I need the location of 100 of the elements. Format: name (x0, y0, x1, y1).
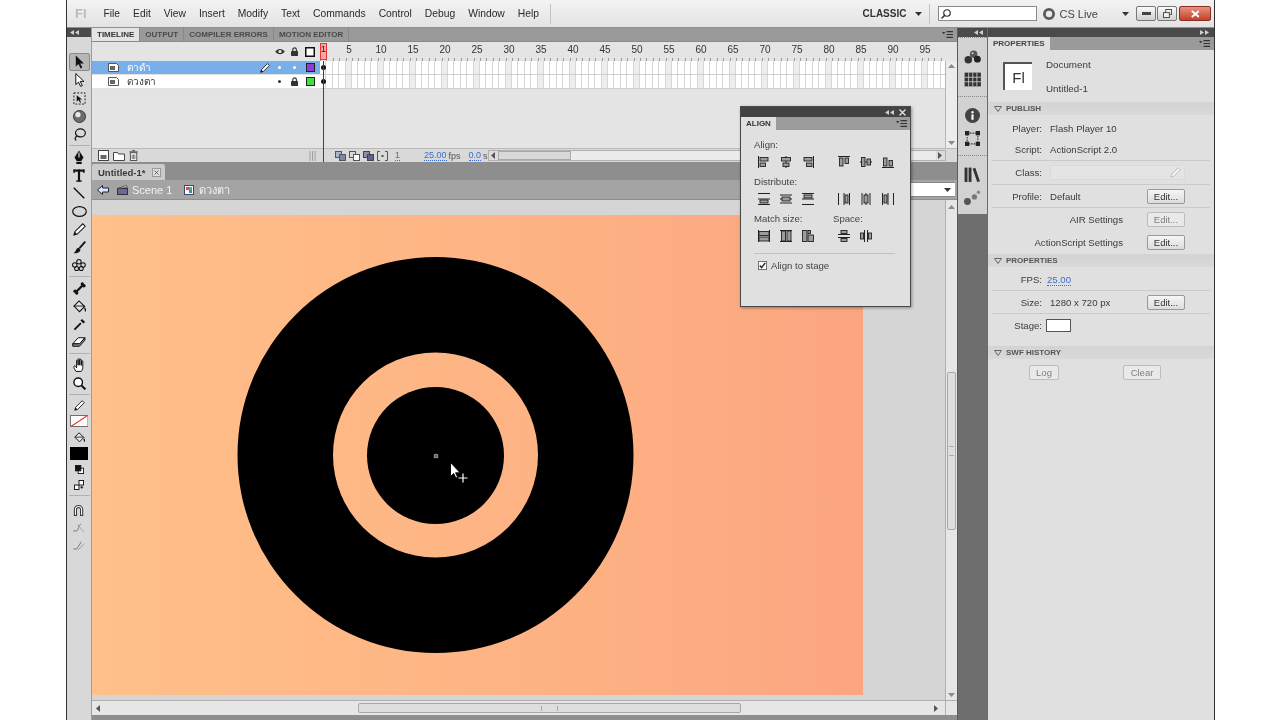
space-horizontal-icon[interactable] (860, 230, 872, 242)
bracket-icon[interactable] (377, 150, 388, 161)
distribute-top-icon[interactable] (758, 193, 770, 205)
layer-color-icon[interactable] (305, 77, 315, 86)
menu-item[interactable]: Commands (306, 8, 373, 19)
hand-icon[interactable] (72, 358, 86, 372)
menu-item[interactable]: Debug (418, 8, 462, 19)
books-icon[interactable] (964, 167, 981, 182)
up-arrow-icon[interactable] (948, 205, 955, 209)
frame-ruler[interactable]: 1 5 10 15 20 25 30 35 40 45 50 55 60 65 70 75 80 85 90 95 (320, 42, 945, 61)
vertical-scrollbar[interactable] (945, 200, 957, 700)
hollow-arrow-icon[interactable] (74, 73, 84, 87)
menu-item[interactable]: Text (274, 8, 307, 19)
close-button[interactable] (1179, 6, 1211, 21)
class-field[interactable] (1050, 165, 1185, 180)
match-width-icon[interactable] (758, 230, 770, 242)
align-left-icon[interactable] (758, 156, 770, 168)
swatches-icon[interactable] (963, 49, 982, 64)
match-size-icon[interactable] (802, 230, 814, 242)
dot-icon[interactable] (278, 80, 281, 83)
scroll-thumb[interactable] (947, 372, 956, 530)
section-header[interactable]: SWF HISTORY (988, 346, 1214, 359)
up-arrow-icon[interactable] (948, 64, 955, 68)
panel-tab[interactable]: TIMELINE (92, 28, 141, 41)
align-center-icon[interactable] (780, 156, 792, 168)
panel-tab[interactable]: PROPERTIES (988, 37, 1050, 50)
panel-button[interactable]: Edit... (1147, 235, 1185, 250)
document-tab[interactable]: Untitled-1* (92, 164, 165, 180)
align-top-icon[interactable] (838, 156, 850, 168)
cs-live-menu[interactable]: CS Live (1043, 7, 1129, 20)
trash-icon[interactable] (129, 150, 139, 161)
zoom-icon[interactable] (72, 376, 86, 390)
panel-menu-icon[interactable] (942, 31, 953, 38)
align-bottom-icon[interactable] (882, 156, 894, 168)
overlapping-squares-icon[interactable] (349, 150, 360, 161)
menu-item[interactable]: File (97, 8, 127, 19)
brush-icon[interactable] (72, 240, 86, 254)
left-arrow-icon[interactable] (96, 704, 100, 712)
bucket-icon[interactable] (73, 431, 85, 443)
vertical-scrollbar[interactable] (945, 61, 957, 148)
dot-icon[interactable] (293, 66, 296, 69)
checkbox[interactable] (758, 260, 767, 270)
section-header[interactable]: PROPERTIES (988, 254, 1214, 267)
collapse-icon[interactable] (974, 30, 983, 35)
layer-color-icon[interactable] (305, 63, 315, 72)
scroll-thumb[interactable] (358, 703, 741, 713)
collapse-icon[interactable] (70, 30, 79, 35)
horizontal-scrollbar[interactable] (92, 700, 945, 715)
restore-button[interactable] (1157, 6, 1177, 21)
outline-square-icon[interactable] (305, 46, 315, 57)
bucket-icon[interactable] (72, 299, 86, 313)
panel-button[interactable]: Edit... (1147, 294, 1185, 310)
filled-squares-icon[interactable] (363, 150, 374, 161)
line-icon[interactable] (73, 187, 85, 199)
dot-icon[interactable] (278, 66, 281, 69)
sphere-icon[interactable] (72, 109, 86, 123)
down-arrow-icon[interactable] (948, 141, 955, 145)
menu-item[interactable]: Insert (192, 8, 232, 19)
eye-icon[interactable] (274, 48, 285, 55)
transform-box-icon[interactable] (965, 131, 980, 146)
panel-menu-icon[interactable] (1199, 40, 1210, 47)
align-middle-icon[interactable] (860, 156, 872, 168)
minimize-button[interactable] (1136, 6, 1156, 21)
bone-icon[interactable] (72, 281, 86, 295)
grid-icon[interactable] (963, 72, 982, 87)
menu-item[interactable]: Control (372, 8, 419, 19)
collapse-icon[interactable] (885, 109, 894, 115)
section-header[interactable]: PUBLISH (988, 102, 1214, 115)
magnet-icon[interactable] (73, 504, 85, 516)
default-colors-icon[interactable] (74, 464, 84, 474)
right-arrow-icon[interactable] (934, 704, 938, 712)
stacked-squares-icon[interactable] (335, 150, 346, 161)
fill-swatch-icon[interactable] (69, 446, 89, 460)
layer-row[interactable]: ดวงตา (92, 75, 320, 89)
lock-icon[interactable] (290, 77, 299, 86)
menu-item[interactable]: Edit (126, 8, 158, 19)
menu-item[interactable]: Modify (231, 8, 275, 19)
color-swatch[interactable] (1046, 318, 1071, 332)
scroll-thumb[interactable] (497, 151, 571, 160)
frame-rate-field[interactable]: 25.00 (424, 150, 447, 161)
selection-tool[interactable] (68, 53, 90, 71)
arrow-icon[interactable] (74, 55, 84, 69)
menu-item[interactable]: Help (511, 8, 546, 19)
playhead[interactable]: 1 (320, 43, 327, 60)
distribute-right-icon[interactable] (882, 193, 894, 205)
distribute-middle-icon[interactable] (780, 193, 792, 205)
align-right-icon[interactable] (802, 156, 814, 168)
flower-icon[interactable] (72, 259, 86, 271)
menu-item[interactable]: Window (461, 8, 512, 19)
down-arrow-icon[interactable] (948, 693, 955, 697)
back-arrow-icon[interactable] (97, 184, 109, 195)
close-icon[interactable] (151, 167, 161, 177)
eraser-icon[interactable] (72, 337, 86, 347)
text-icon[interactable] (73, 168, 85, 182)
frame-number-field[interactable]: 1 (395, 150, 400, 161)
zoom-dropdown[interactable] (910, 182, 955, 197)
distribute-center-icon[interactable] (860, 193, 872, 205)
match-height-icon[interactable] (780, 230, 792, 242)
pen-nib-icon[interactable] (73, 150, 85, 164)
lasso-icon[interactable] (72, 127, 86, 141)
